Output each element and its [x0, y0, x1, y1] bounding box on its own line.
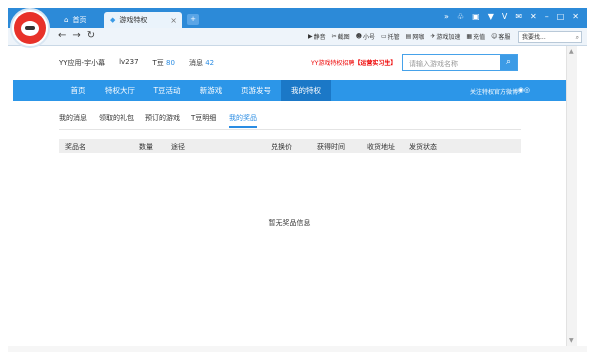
tool-accelerate[interactable]: ✈ 游戏加速	[430, 32, 460, 41]
col-price: 兑换价	[271, 143, 292, 151]
window-controls: » ♧ ▣ ▼ V ✉ ✕ – □ ✕	[444, 12, 579, 21]
message-count: 消息 42	[188, 59, 215, 67]
tool-mute[interactable]: ▶ 静音	[308, 32, 326, 41]
prize-table-header: 奖品名 数量 途径 兑换价 获得时间 收货地址 发货状态	[59, 139, 521, 153]
tool-netcafe[interactable]: ▤ 网咖	[406, 32, 425, 41]
minimize-icon[interactable]: –	[545, 12, 549, 21]
weibo-icons[interactable]: ◉◎	[518, 86, 530, 94]
forward-icon[interactable]: →	[72, 30, 80, 41]
mail-icon[interactable]: ✉	[515, 12, 522, 21]
subtab-my-messages[interactable]: 我的消息	[59, 113, 87, 123]
col-source: 途径	[171, 143, 185, 151]
col-quantity: 数量	[139, 143, 153, 151]
username[interactable]: YY应用-宇小幕	[59, 58, 105, 68]
col-prize-name: 奖品名	[65, 143, 86, 151]
nav-new-games[interactable]: 新游戏	[191, 80, 231, 101]
more-icon[interactable]: »	[444, 12, 449, 21]
browser-toolbar: ← → ↻ ▶ 静音 ✂ 截图 ☻ 小号 ▭ 托管 ▤ 网咖 ✈ 游戏加速 ▦ 充值 ☺ 客服 …	[8, 28, 587, 46]
subtab-reserved-games[interactable]: 预订的游戏	[145, 113, 180, 123]
nav-tdou-activity[interactable]: T豆活动	[143, 80, 191, 101]
logo-mascot-icon	[14, 12, 46, 44]
home-icon: ⌂	[64, 16, 69, 24]
tdou-count: T豆 80	[152, 59, 175, 67]
gift-icon[interactable]: ▼	[488, 12, 494, 21]
scroll-up-icon[interactable]: ▲	[569, 48, 574, 55]
tab-home[interactable]: ⌂ 首页	[58, 12, 102, 28]
status-bar	[8, 346, 587, 352]
subtab-my-prizes[interactable]: 我的奖品	[229, 113, 257, 128]
subtab-claimed-gifts[interactable]: 领取的礼包	[99, 113, 134, 123]
tool-recharge[interactable]: ▦ 充值	[466, 32, 485, 41]
gamepad-icon[interactable]: ▣	[472, 12, 480, 21]
scroll-down-icon[interactable]: ▼	[569, 337, 574, 344]
empty-state-message: 暂无奖品信息	[268, 219, 311, 227]
new-tab-button[interactable]: +	[187, 14, 199, 25]
close-tab-icon[interactable]: ×	[170, 16, 177, 25]
nav-home[interactable]: 首页	[59, 80, 97, 101]
subtabs-divider	[59, 129, 521, 130]
follow-weibo-label: 关注特权官方微博:	[469, 89, 520, 96]
tool-screenshot[interactable]: ✂ 截图	[332, 32, 350, 41]
col-address: 收货地址	[367, 143, 395, 151]
vertical-scrollbar[interactable]: ▲ ▼	[566, 46, 577, 346]
col-delivery-status: 发货状态	[409, 143, 437, 151]
back-icon[interactable]: ←	[58, 30, 66, 41]
refresh-icon[interactable]: ↻	[87, 30, 95, 41]
search-icon[interactable]: ⌕	[576, 32, 579, 43]
game-search-button[interactable]: ⌕	[500, 55, 517, 70]
browser-search-input[interactable]: 我要找... ⌕	[518, 31, 582, 43]
nav-my-privilege[interactable]: 我的特权	[281, 80, 331, 101]
diamond-icon: ◆	[110, 16, 116, 24]
nav-webgame-codes[interactable]: 页游发号	[231, 80, 281, 101]
main-navigation: 首页 特权大厅 T豆活动 新游戏 页游发号 我的特权 关注特权官方微博: ◉◎	[13, 80, 566, 101]
game-search-field[interactable]: 请输入游戏名称 ⌕	[402, 54, 518, 71]
tool-hosting[interactable]: ▭ 托管	[381, 32, 400, 41]
nav-privilege-hall[interactable]: 特权大厅	[97, 80, 143, 101]
close-window-icon[interactable]: ✕	[572, 12, 579, 21]
recruit-promo-link[interactable]: YY游戏特权招聘【运营实习生】	[311, 58, 396, 67]
tool-alt-account[interactable]: ☻ 小号	[356, 32, 375, 41]
col-obtained-time: 获得时间	[317, 143, 345, 151]
vip-icon[interactable]: V	[502, 12, 507, 21]
page-content: YY应用-宇小幕 lv237 T豆 80 消息 42 YY游戏特权招聘【运营实习…	[13, 46, 566, 346]
skin-icon[interactable]: ♧	[457, 12, 464, 21]
tools-icon[interactable]: ✕	[530, 12, 537, 21]
maximize-icon[interactable]: □	[557, 12, 565, 21]
subtab-tdou-detail[interactable]: T豆明细	[191, 113, 216, 123]
user-info-bar: YY应用-宇小幕 lv237 T豆 80 消息 42	[59, 58, 214, 68]
browser-logo[interactable]	[10, 8, 50, 48]
tool-support[interactable]: ☺ 客服	[491, 32, 510, 41]
user-level: lv237	[119, 58, 139, 66]
tab-game-privilege[interactable]: ◆ 游戏特权 ×	[104, 12, 182, 28]
